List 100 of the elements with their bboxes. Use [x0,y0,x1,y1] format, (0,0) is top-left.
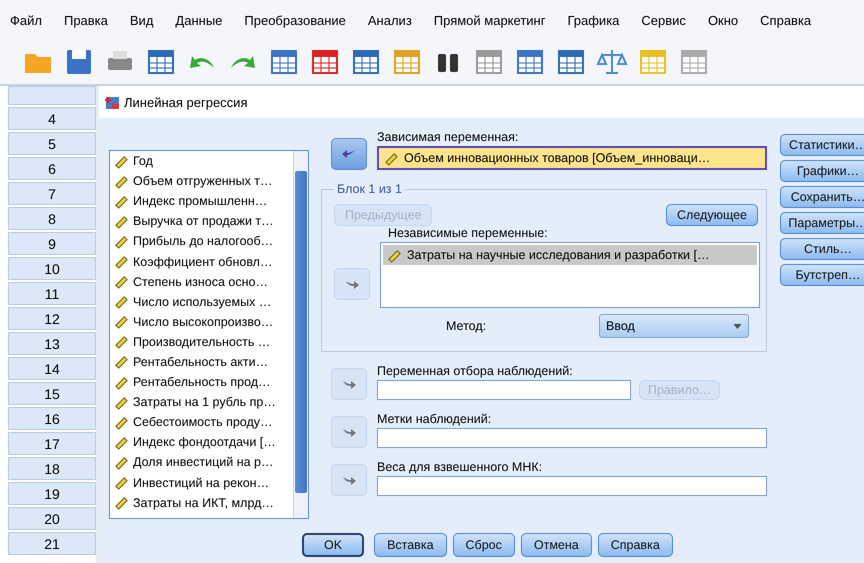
menu-item[interactable]: Данные [175,12,222,28]
dialog-button[interactable]: Отмена [520,533,592,557]
ruler-icon [114,274,129,290]
variable-item[interactable]: Год [110,151,293,172]
variable-item[interactable]: Степень износа осно… [110,272,293,292]
variable-item[interactable]: Рентабельность акти… [110,352,293,372]
row-header: 6 [8,157,96,180]
dialog-button[interactable]: OK [302,533,364,557]
row-header: 19 [8,482,96,505]
ruler-icon [114,475,129,490]
variable-item[interactable]: Объем отгруженных т… [110,171,293,192]
variable-item[interactable]: Доля инвестиций на р… [110,452,293,472]
row-header: 21 [8,532,96,555]
field-label: Веса для взвешенного МНК: [377,460,544,474]
variable-item[interactable]: Число используемых … [110,292,293,312]
dialog-button[interactable]: Сброс [452,533,515,557]
field-label: Переменная отбора наблюдений: [377,364,574,378]
menu-item[interactable]: Прямой маркетинг [434,12,546,28]
right-arrow-icon [341,426,357,438]
dialog-button[interactable]: Бутстреп… [780,264,864,286]
variable-item[interactable]: Инвестиций на рекон… [110,472,293,493]
right-arrow-icon [341,378,357,390]
menu-item[interactable]: Анализ [368,12,412,28]
field-label: Зависимая переменная: [377,130,520,144]
ruler-icon [114,354,129,370]
ruler-icon [114,495,129,510]
ruler-icon [114,314,129,330]
independent-variables-list[interactable]: Затраты на научные исследования и разработки [… [380,242,760,308]
right-arrow-icon [341,474,357,486]
menu-item[interactable]: Вид [130,12,154,28]
row-header: 8 [8,207,96,230]
ruler-icon [114,234,129,249]
field-label: Метод: [446,319,488,333]
field-label: Метки наблюдений: [377,412,492,426]
variable-item[interactable]: Коэффициент обновл… [110,251,293,272]
menu-item[interactable]: Преобразование [244,12,346,28]
move-arrow-button[interactable] [331,138,367,170]
ruler-icon [114,154,129,169]
dialog-button[interactable]: Параметры… [780,212,864,234]
row-header: 5 [8,132,96,155]
row-header: 9 [8,232,96,255]
dialog-button[interactable]: Графики… [780,160,864,182]
menu-item[interactable]: Файл [10,12,42,28]
dialog-title: Линейная регрессия [124,94,248,110]
dialog-button[interactable]: Стиль… [780,238,864,260]
variable-item[interactable]: Число высокопроизво… [110,312,293,332]
variable-item[interactable]: Рентабельность прод… [110,372,293,392]
variable-item[interactable]: Индекс промышленн… [110,191,293,212]
variable-item[interactable]: Прибыль до налогооб… [110,231,293,252]
dependent-variable-field[interactable]: Объем инновационных товаров [Объем_инноваци… [377,146,767,170]
variable-item[interactable]: Индекс фондоотдачи [… [110,432,293,452]
case-labels-field[interactable] [377,428,767,448]
ruler-icon [114,174,129,189]
menu-item[interactable]: Сервис [641,12,686,28]
row-header: 17 [8,432,96,455]
regression-icon [104,94,120,110]
ruler-icon [114,194,129,209]
ruler-icon [114,394,129,410]
scrollbar[interactable] [293,151,308,518]
field-label: Независимые переменные: [387,226,549,240]
variable-item[interactable]: Производительность … [110,332,293,352]
variable-item[interactable]: Затраты на 1 рубль пр… [110,392,293,412]
variable-item[interactable]: Затраты на ИКТ, млрд… [110,492,293,513]
ruler-icon [114,254,129,270]
dialog-button[interactable]: Сохранить… [780,186,864,208]
row-header: 18 [8,457,96,480]
method-dropdown[interactable]: Ввод [599,314,749,338]
caret-icon [733,324,742,328]
ruler-icon [114,454,129,470]
variable-list[interactable] [109,150,309,519]
ruler-icon [114,214,129,229]
row-header: 11 [8,282,96,305]
row-header: 10 [8,257,96,280]
menu-item[interactable]: Правка [64,12,108,28]
row-header: 4 [8,107,96,130]
ruler-icon [114,414,129,430]
row-header: 15 [8,382,96,405]
ruler-icon [114,374,129,390]
selection-variable-field[interactable] [377,380,631,400]
next-button[interactable]: Следующее [666,204,758,226]
group-title: Блок 1 из 1 [336,182,403,196]
dialog-button[interactable]: Вставка [374,533,447,557]
ruler-icon [114,294,129,310]
variable-item[interactable]: Себестоимость проду… [110,412,293,432]
left-arrow-icon [341,148,357,160]
ruler-icon [384,150,399,166]
row-header: 14 [8,357,96,380]
menu-item[interactable]: Справка [760,12,812,28]
menu-item[interactable]: Графика [567,12,620,28]
weights-field[interactable] [377,476,767,496]
right-arrow-icon [344,278,360,290]
dialog-button[interactable]: Статистики… [780,134,864,156]
variable-item[interactable]: Затраты на научные исследования и разработки [… [383,245,757,265]
variable-item[interactable]: Выручка от продажи т… [110,211,293,232]
row-header: 20 [8,507,96,530]
row-header: 7 [8,182,96,205]
row-header: 13 [8,332,96,355]
menu-item[interactable]: Окно [708,12,738,28]
dialog-button[interactable]: Справка [598,533,673,557]
ruler-icon [387,248,402,262]
